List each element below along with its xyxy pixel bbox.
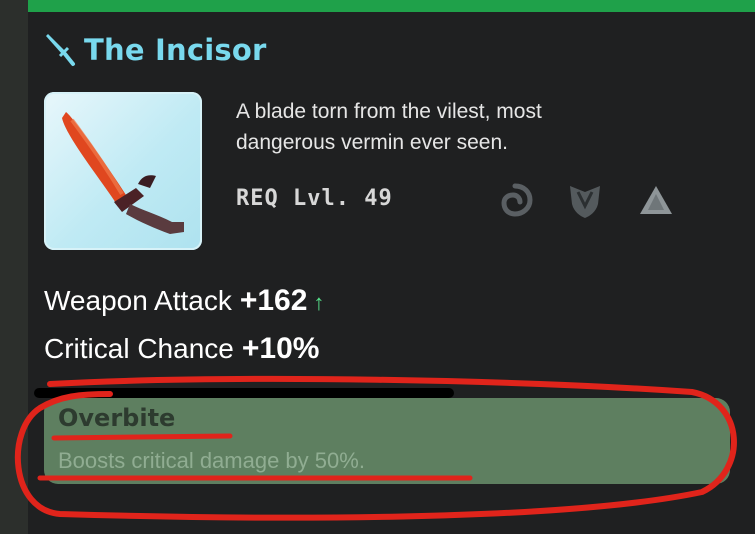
item-image-frame [44,92,202,250]
stat-label: Critical Chance [44,333,234,364]
item-description: A blade torn from the vilest, most dange… [236,96,696,158]
dagger-icon [46,34,75,66]
stat-label: Weapon Attack [44,285,232,316]
green-top-bar [28,0,755,12]
stat-critical-chance: Critical Chance +10% [44,332,319,366]
knife-icon [62,112,184,234]
item-title-row: The Incisor [38,28,266,72]
window-edge [0,0,28,534]
stat-value: +10% [241,332,320,365]
description-line: dangerous vermin ever seen. [236,131,508,154]
item-name: The Incisor [84,33,267,67]
stat-value: +162 [239,284,308,317]
class-icons [494,180,676,222]
ability-name: Overbite [58,404,176,432]
ability-box: Overbite Boosts critical damage by 50%. [44,398,730,484]
arrow-up-icon: ↑ [313,290,325,315]
level-requirement: REQ Lvl. 49 [236,186,393,211]
black-underline [34,388,454,398]
description-line: A blade torn from the vilest, most [236,100,542,123]
stat-weapon-attack: Weapon Attack +162 ↑ [44,284,324,318]
ability-description: Boosts critical damage by 50%. [58,448,365,473]
arrowhead-icon [634,180,676,222]
swirl-icon [494,180,536,222]
shield-icon [564,180,606,222]
